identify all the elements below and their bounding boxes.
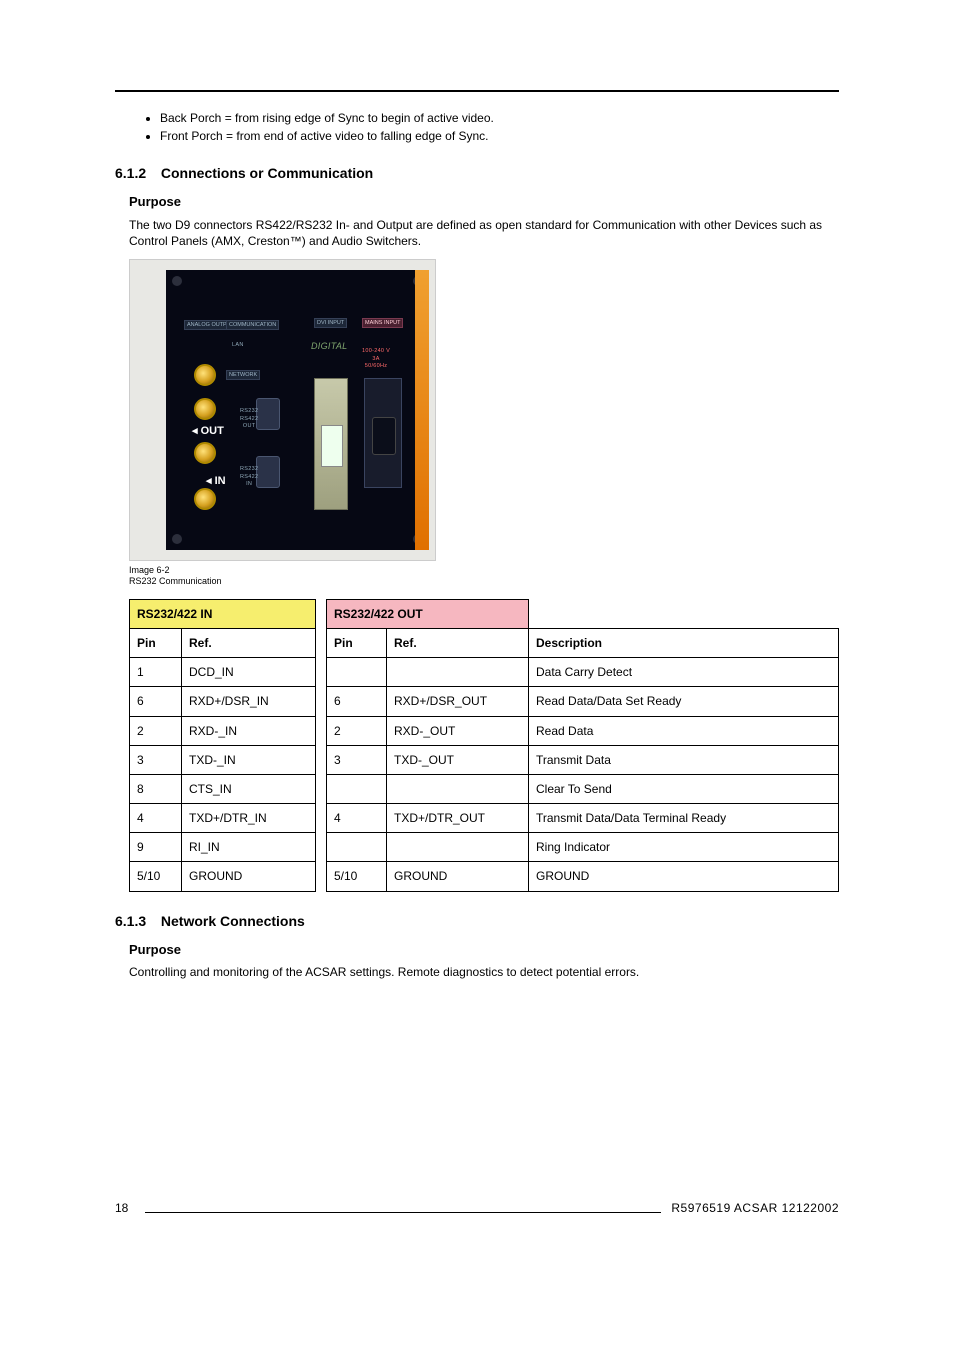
label-out: ◂ OUT <box>192 424 224 439</box>
section-612-number: 6.1.2 <box>115 164 157 183</box>
cell-pin-out <box>327 658 387 687</box>
page-footer: 18 R5976519 ACSAR 12122002 <box>115 1200 839 1216</box>
table-row: 2RXD-_IN2RXD-_OUTRead Data <box>130 716 839 745</box>
note-backporch: Back Porch = from rising edge of Sync to… <box>160 110 839 126</box>
cell-ref-out <box>387 833 529 862</box>
cell-desc: Transmit Data <box>529 745 839 774</box>
cell-ref-in: TXD+/DTR_IN <box>182 804 316 833</box>
cell-pin-out: 4 <box>327 804 387 833</box>
purpose-label-613: Purpose <box>129 941 839 959</box>
purpose-label-612: Purpose <box>129 193 839 211</box>
purpose-text-612: The two D9 connectors RS422/RS232 In- an… <box>129 217 839 249</box>
cell-ref-in: RXD-_IN <box>182 716 316 745</box>
table-row: 6RXD+/DSR_IN6RXD+/DSR_OUTRead Data/Data … <box>130 687 839 716</box>
notes-list: Back Porch = from rising edge of Sync to… <box>115 110 839 144</box>
cell-ref-out: RXD+/DSR_OUT <box>387 687 529 716</box>
label-rs232-out: RS232 RS422 OUT <box>240 408 258 430</box>
cell-desc: GROUND <box>529 862 839 891</box>
cell-ref-out <box>387 774 529 803</box>
cell-ref-in: RXD+/DSR_IN <box>182 687 316 716</box>
cell-desc: Ring Indicator <box>529 833 839 862</box>
th-ref-out: Ref. <box>387 628 529 657</box>
cell-desc: Clear To Send <box>529 774 839 803</box>
cell-pin-out: 3 <box>327 745 387 774</box>
section-613-title: Network Connections <box>161 913 305 929</box>
cell-desc: Read Data <box>529 716 839 745</box>
cell-desc: Read Data/Data Set Ready <box>529 687 839 716</box>
cell-ref-out: TXD+/DTR_OUT <box>387 804 529 833</box>
th-desc: Description <box>529 628 839 657</box>
cell-pin-in: 3 <box>130 745 182 774</box>
section-613-number: 6.1.3 <box>115 912 157 931</box>
cell-pin-in: 8 <box>130 774 182 803</box>
cell-ref-in: TXD-_IN <box>182 745 316 774</box>
cell-pin-in: 2 <box>130 716 182 745</box>
label-in: ◂ IN <box>206 474 226 489</box>
table-row: 8CTS_IN Clear To Send <box>130 774 839 803</box>
label-digital: DIGITAL <box>311 340 347 352</box>
table-row: 5/10GROUND5/10GROUNDGROUND <box>130 862 839 891</box>
section-612-heading: 6.1.2 Connections or Communication <box>115 164 839 183</box>
section-613-heading: 6.1.3 Network Connections <box>115 912 839 931</box>
cell-desc: Data Carry Detect <box>529 658 839 687</box>
th-ref-in: Ref. <box>182 628 316 657</box>
cell-pin-in: 6 <box>130 687 182 716</box>
table-row: 4TXD+/DTR_IN4TXD+/DTR_OUTTransmit Data/D… <box>130 804 839 833</box>
cell-ref-in: GROUND <box>182 862 316 891</box>
label-voltage: 100-240 V 3A 50/60Hz <box>362 348 390 370</box>
note-frontporch: Front Porch = from end of active video t… <box>160 128 839 144</box>
cell-ref-out <box>387 658 529 687</box>
cell-ref-in: CTS_IN <box>182 774 316 803</box>
label-communication: COMMUNICATION <box>226 320 279 330</box>
cell-desc: Transmit Data/Data Terminal Ready <box>529 804 839 833</box>
cell-pin-out: 5/10 <box>327 862 387 891</box>
cell-ref-out: GROUND <box>387 862 529 891</box>
th-out-header: RS232/422 OUT <box>327 599 529 628</box>
cell-ref-in: DCD_IN <box>182 658 316 687</box>
table-row: 1DCD_IN Data Carry Detect <box>130 658 839 687</box>
th-in-header: RS232/422 IN <box>130 599 316 628</box>
section-612-title: Connections or Communication <box>161 165 373 181</box>
pinout-table: RS232/422 IN RS232/422 OUT Pin Ref. Pin … <box>129 599 839 892</box>
cell-ref-out: TXD-_OUT <box>387 745 529 774</box>
caption-line1: Image 6-2 <box>129 565 170 575</box>
purpose-text-613: Controlling and monitoring of the ACSAR … <box>129 964 839 980</box>
label-rs232-in: RS232 RS422 IN <box>240 466 258 488</box>
cell-pin-in: 5/10 <box>130 862 182 891</box>
cell-ref-out: RXD-_OUT <box>387 716 529 745</box>
figure-caption: Image 6-2 RS232 Communication <box>129 565 839 587</box>
figure-rs232: ANALOG OUTPUT COMMUNICATION LAN NETWORK … <box>129 259 436 561</box>
cell-pin-in: 4 <box>130 804 182 833</box>
table-row: 9RI_IN Ring Indicator <box>130 833 839 862</box>
page-number: 18 <box>115 1200 145 1216</box>
label-network: NETWORK <box>226 370 260 380</box>
label-lan: LAN <box>232 342 244 349</box>
th-pin-out: Pin <box>327 628 387 657</box>
label-mains-input: MAINS INPUT <box>362 318 403 328</box>
table-row: 3TXD-_IN3TXD-_OUTTransmit Data <box>130 745 839 774</box>
cell-ref-in: RI_IN <box>182 833 316 862</box>
label-dvi-input: DVI INPUT <box>314 318 347 328</box>
doc-ref: R5976519 ACSAR 12122002 <box>661 1200 839 1216</box>
cell-pin-out: 2 <box>327 716 387 745</box>
caption-line2: RS232 Communication <box>129 576 222 586</box>
cell-pin-in: 9 <box>130 833 182 862</box>
th-pin-in: Pin <box>130 628 182 657</box>
cell-pin-out <box>327 833 387 862</box>
cell-pin-out: 6 <box>327 687 387 716</box>
cell-pin-in: 1 <box>130 658 182 687</box>
cell-pin-out <box>327 774 387 803</box>
